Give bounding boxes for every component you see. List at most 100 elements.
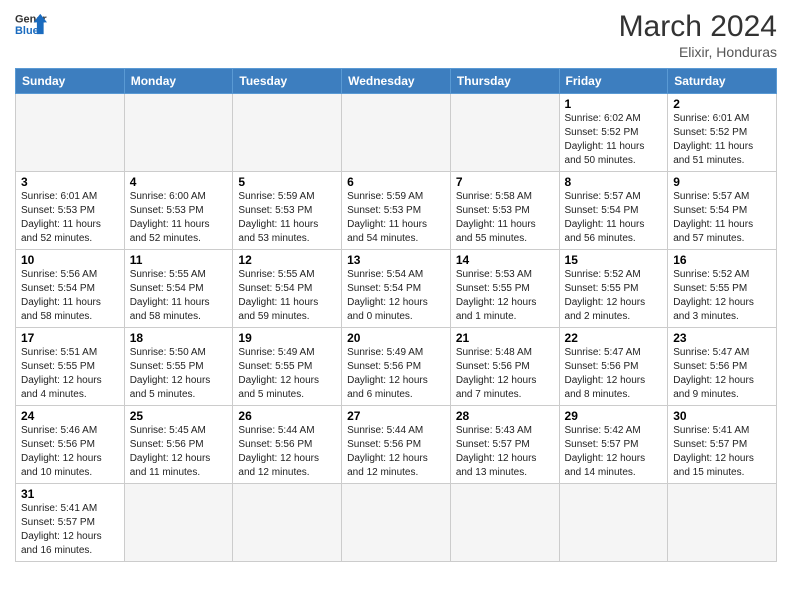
svg-text:Blue: Blue [15,25,39,37]
week-row: 31Sunrise: 5:41 AM Sunset: 5:57 PM Dayli… [16,484,777,562]
calendar-cell [342,484,451,562]
calendar-cell [342,94,451,172]
calendar-cell: 23Sunrise: 5:47 AM Sunset: 5:56 PM Dayli… [668,328,777,406]
calendar-cell [450,94,559,172]
calendar-cell: 21Sunrise: 5:48 AM Sunset: 5:56 PM Dayli… [450,328,559,406]
day-number: 4 [130,175,228,189]
calendar-cell: 1Sunrise: 6:02 AM Sunset: 5:52 PM Daylig… [559,94,668,172]
day-info: Sunrise: 5:44 AM Sunset: 5:56 PM Dayligh… [238,424,336,480]
calendar-cell: 28Sunrise: 5:43 AM Sunset: 5:57 PM Dayli… [450,406,559,484]
day-of-week-header: Wednesday [342,69,451,94]
calendar-cell [559,484,668,562]
day-of-week-header: Saturday [668,69,777,94]
calendar-cell [16,94,125,172]
day-info: Sunrise: 5:44 AM Sunset: 5:56 PM Dayligh… [347,424,445,480]
calendar-cell: 31Sunrise: 5:41 AM Sunset: 5:57 PM Dayli… [16,484,125,562]
calendar-cell: 8Sunrise: 5:57 AM Sunset: 5:54 PM Daylig… [559,172,668,250]
calendar-cell: 15Sunrise: 5:52 AM Sunset: 5:55 PM Dayli… [559,250,668,328]
week-row: 24Sunrise: 5:46 AM Sunset: 5:56 PM Dayli… [16,406,777,484]
day-number: 10 [21,253,119,267]
day-number: 13 [347,253,445,267]
day-info: Sunrise: 5:49 AM Sunset: 5:55 PM Dayligh… [238,346,336,402]
title-block: March 2024 Elixir, Honduras [619,10,777,60]
calendar-cell: 18Sunrise: 5:50 AM Sunset: 5:55 PM Dayli… [124,328,233,406]
day-info: Sunrise: 5:41 AM Sunset: 5:57 PM Dayligh… [21,502,119,558]
day-number: 24 [21,409,119,423]
day-info: Sunrise: 5:52 AM Sunset: 5:55 PM Dayligh… [565,268,663,324]
day-info: Sunrise: 5:51 AM Sunset: 5:55 PM Dayligh… [21,346,119,402]
day-info: Sunrise: 6:01 AM Sunset: 5:52 PM Dayligh… [673,112,771,168]
day-info: Sunrise: 6:02 AM Sunset: 5:52 PM Dayligh… [565,112,663,168]
logo: General Blue [15,10,47,38]
day-number: 19 [238,331,336,345]
day-of-week-header: Friday [559,69,668,94]
calendar-cell: 3Sunrise: 6:01 AM Sunset: 5:53 PM Daylig… [16,172,125,250]
calendar-cell: 4Sunrise: 6:00 AM Sunset: 5:53 PM Daylig… [124,172,233,250]
day-number: 15 [565,253,663,267]
day-number: 14 [456,253,554,267]
day-of-week-header: Thursday [450,69,559,94]
day-number: 8 [565,175,663,189]
day-info: Sunrise: 5:47 AM Sunset: 5:56 PM Dayligh… [673,346,771,402]
day-number: 2 [673,97,771,111]
day-info: Sunrise: 5:50 AM Sunset: 5:55 PM Dayligh… [130,346,228,402]
calendar-cell: 30Sunrise: 5:41 AM Sunset: 5:57 PM Dayli… [668,406,777,484]
day-number: 9 [673,175,771,189]
day-number: 29 [565,409,663,423]
day-info: Sunrise: 5:57 AM Sunset: 5:54 PM Dayligh… [565,190,663,246]
day-number: 25 [130,409,228,423]
day-info: Sunrise: 5:47 AM Sunset: 5:56 PM Dayligh… [565,346,663,402]
day-info: Sunrise: 5:55 AM Sunset: 5:54 PM Dayligh… [238,268,336,324]
day-number: 6 [347,175,445,189]
logo-icon: General Blue [15,10,47,38]
week-row: 3Sunrise: 6:01 AM Sunset: 5:53 PM Daylig… [16,172,777,250]
calendar-cell: 27Sunrise: 5:44 AM Sunset: 5:56 PM Dayli… [342,406,451,484]
day-number: 3 [21,175,119,189]
day-number: 5 [238,175,336,189]
calendar-cell: 9Sunrise: 5:57 AM Sunset: 5:54 PM Daylig… [668,172,777,250]
calendar-cell: 13Sunrise: 5:54 AM Sunset: 5:54 PM Dayli… [342,250,451,328]
day-info: Sunrise: 5:48 AM Sunset: 5:56 PM Dayligh… [456,346,554,402]
day-info: Sunrise: 6:00 AM Sunset: 5:53 PM Dayligh… [130,190,228,246]
day-number: 16 [673,253,771,267]
day-number: 22 [565,331,663,345]
day-number: 21 [456,331,554,345]
day-number: 12 [238,253,336,267]
calendar-cell: 17Sunrise: 5:51 AM Sunset: 5:55 PM Dayli… [16,328,125,406]
day-info: Sunrise: 5:49 AM Sunset: 5:56 PM Dayligh… [347,346,445,402]
calendar-cell [124,94,233,172]
day-of-week-header: Sunday [16,69,125,94]
calendar-cell: 7Sunrise: 5:58 AM Sunset: 5:53 PM Daylig… [450,172,559,250]
day-number: 30 [673,409,771,423]
day-info: Sunrise: 5:53 AM Sunset: 5:55 PM Dayligh… [456,268,554,324]
day-info: Sunrise: 5:46 AM Sunset: 5:56 PM Dayligh… [21,424,119,480]
calendar-header-row: SundayMondayTuesdayWednesdayThursdayFrid… [16,69,777,94]
calendar-cell: 29Sunrise: 5:42 AM Sunset: 5:57 PM Dayli… [559,406,668,484]
calendar-cell [124,484,233,562]
day-info: Sunrise: 5:41 AM Sunset: 5:57 PM Dayligh… [673,424,771,480]
day-info: Sunrise: 5:56 AM Sunset: 5:54 PM Dayligh… [21,268,119,324]
day-info: Sunrise: 5:59 AM Sunset: 5:53 PM Dayligh… [347,190,445,246]
location-subtitle: Elixir, Honduras [619,44,777,60]
day-number: 17 [21,331,119,345]
day-number: 20 [347,331,445,345]
calendar-cell: 24Sunrise: 5:46 AM Sunset: 5:56 PM Dayli… [16,406,125,484]
calendar-cell [668,484,777,562]
week-row: 17Sunrise: 5:51 AM Sunset: 5:55 PM Dayli… [16,328,777,406]
day-of-week-header: Tuesday [233,69,342,94]
calendar-page: General Blue March 2024 Elixir, Honduras… [0,0,792,612]
calendar-cell: 14Sunrise: 5:53 AM Sunset: 5:55 PM Dayli… [450,250,559,328]
page-header: General Blue March 2024 Elixir, Honduras [15,10,777,60]
day-number: 23 [673,331,771,345]
calendar-cell: 16Sunrise: 5:52 AM Sunset: 5:55 PM Dayli… [668,250,777,328]
day-of-week-header: Monday [124,69,233,94]
calendar-cell: 10Sunrise: 5:56 AM Sunset: 5:54 PM Dayli… [16,250,125,328]
day-info: Sunrise: 5:45 AM Sunset: 5:56 PM Dayligh… [130,424,228,480]
day-number: 7 [456,175,554,189]
calendar-cell: 25Sunrise: 5:45 AM Sunset: 5:56 PM Dayli… [124,406,233,484]
month-year-title: March 2024 [619,10,777,44]
day-info: Sunrise: 5:59 AM Sunset: 5:53 PM Dayligh… [238,190,336,246]
day-number: 26 [238,409,336,423]
day-number: 18 [130,331,228,345]
day-number: 27 [347,409,445,423]
